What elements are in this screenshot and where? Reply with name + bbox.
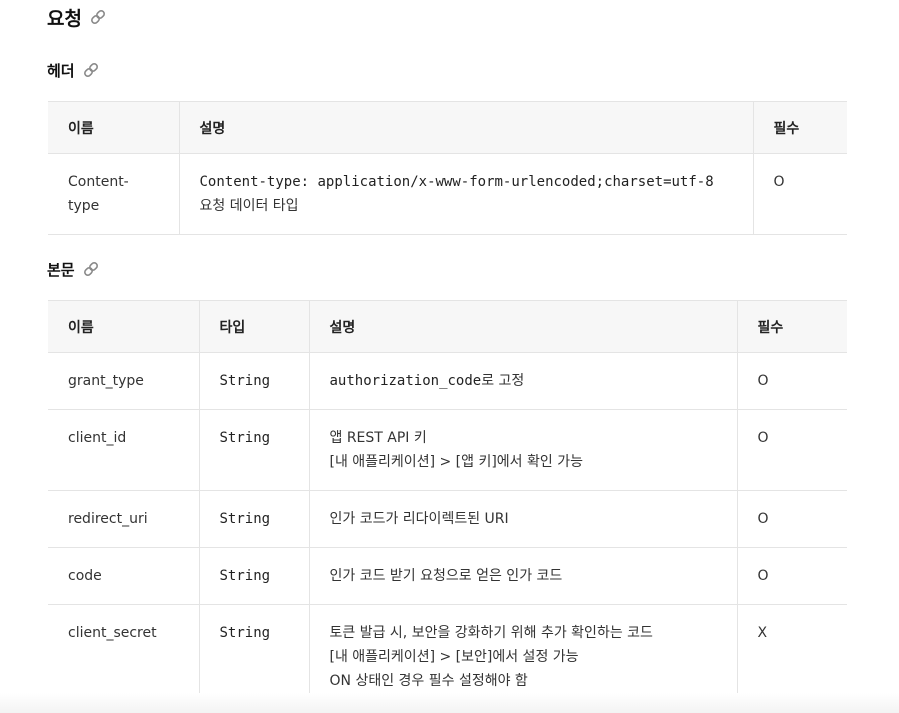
param-description-line: [내 애플리케이션] > [보안]에서 설정 가능 [329, 649, 579, 665]
column-header-type: 타입 [198, 300, 309, 353]
param-description-line: [내 애플리케이션] > [앱 키]에서 확인 가능 [329, 454, 583, 470]
header-section-heading-text: 헤더 [47, 61, 75, 80]
param-description: 인가 코드가 리다이렉트된 URI [308, 490, 737, 548]
param-name: code [48, 547, 199, 605]
param-name: client_id [48, 409, 199, 491]
request-heading: 요청 [47, 4, 108, 30]
table-row: redirect_uri String 인가 코드가 리다이렉트된 URI O [48, 490, 847, 548]
column-header-description: 설명 [178, 101, 753, 154]
bottom-edge [0, 693, 899, 713]
column-header-name: 이름 [48, 101, 179, 154]
param-required: O [736, 490, 847, 548]
table-header-row: 이름 타입 설명 필수 [48, 300, 847, 353]
param-description-text: 요청 데이터 타입 [199, 198, 299, 214]
param-name: grant_type [48, 352, 199, 410]
param-type: String [198, 409, 309, 491]
header-params-table: 이름 설명 필수 Content-type Content-type: appl… [48, 101, 847, 235]
link-icon[interactable] [81, 60, 101, 80]
param-required: O [752, 153, 847, 235]
param-description-suffix: 로 고정 [481, 373, 525, 389]
link-icon[interactable] [81, 259, 101, 279]
param-name: redirect_uri [48, 490, 199, 548]
api-doc-request-section: 요청 헤더 이름 설명 필수 Content-type Content-type… [0, 0, 899, 713]
param-description-code: Content-type: application/x-www-form-url… [199, 174, 714, 190]
header-section-heading: 헤더 [47, 59, 101, 81]
table-row: Content-type Content-type: application/x… [48, 153, 847, 235]
column-header-required: 필수 [752, 101, 847, 154]
body-section-heading-text: 본문 [47, 260, 75, 279]
param-type: String [198, 547, 309, 605]
param-type: String [198, 490, 309, 548]
body-params-table: 이름 타입 설명 필수 grant_type String authorizat… [48, 300, 847, 710]
table-header-row: 이름 설명 필수 [48, 101, 847, 154]
link-icon[interactable] [88, 7, 108, 27]
param-description: 앱 REST API 키 [내 애플리케이션] > [앱 키]에서 확인 가능 [308, 409, 737, 491]
param-description: authorization_code로 고정 [308, 352, 737, 410]
param-required: O [736, 352, 847, 410]
param-name: Content-type [48, 153, 179, 235]
param-description: 인가 코드 받기 요청으로 얻은 인가 코드 [308, 547, 737, 605]
param-description-line: ON 상태인 경우 필수 설정해야 함 [329, 673, 528, 689]
table-row: code String 인가 코드 받기 요청으로 얻은 인가 코드 O [48, 547, 847, 605]
param-required: O [736, 409, 847, 491]
param-description-code: authorization_code [329, 373, 482, 389]
param-type: String [198, 352, 309, 410]
body-section-heading: 본문 [47, 258, 101, 280]
column-header-description: 설명 [308, 300, 737, 353]
param-required: O [736, 547, 847, 605]
param-description: Content-type: application/x-www-form-url… [178, 153, 753, 235]
param-description-line: 토큰 발급 시, 보안을 강화하기 위해 추가 확인하는 코드 [329, 625, 653, 641]
table-row: grant_type String authorization_code로 고정… [48, 352, 847, 410]
request-heading-text: 요청 [47, 7, 82, 30]
column-header-name: 이름 [48, 300, 199, 353]
table-row: client_id String 앱 REST API 키 [내 애플리케이션]… [48, 409, 847, 491]
column-header-required: 필수 [736, 300, 847, 353]
param-description-line: 앱 REST API 키 [329, 430, 427, 446]
